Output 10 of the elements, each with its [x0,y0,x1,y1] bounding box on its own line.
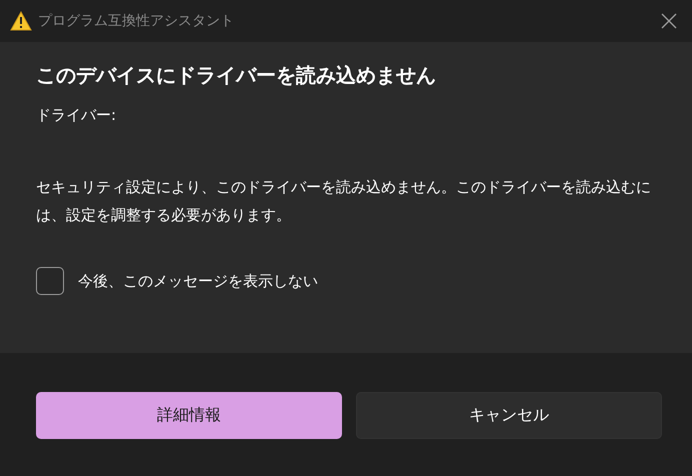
driver-label: ドライバー: [36,106,118,125]
checkbox-label[interactable]: 今後、このメッセージを表示しない [78,272,318,290]
checkbox[interactable] [36,267,64,295]
window-title: プログラム互換性アシスタント [38,12,235,30]
cancel-button[interactable]: キャンセル [356,392,662,439]
close-icon [660,12,678,30]
message-text: セキュリティ設定により、このドライバーを読み込めません。このドライバーを読み込むには、設定を調整する必要があります。 [36,177,652,226]
warning-icon [10,11,32,31]
dialog-heading: このデバイスにドライバーを読み込めません [36,62,437,89]
details-button[interactable]: 詳細情報 [36,392,342,439]
